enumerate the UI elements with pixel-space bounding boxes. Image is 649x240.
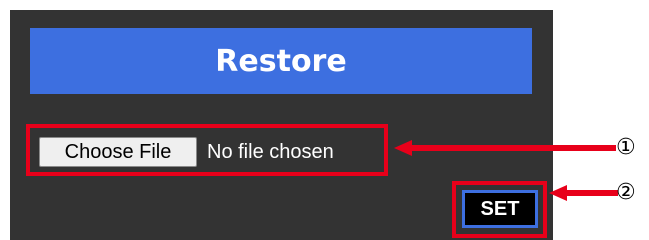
- file-status-text: No file chosen: [207, 141, 334, 163]
- restore-panel: Restore Choose File No file chosen SET: [10, 10, 553, 240]
- arrow-left-icon: [549, 185, 618, 201]
- choose-file-button[interactable]: Choose File: [39, 137, 197, 167]
- annotation-marker-1: ①: [616, 135, 636, 160]
- annotation-marker-2: ②: [616, 180, 636, 205]
- set-button[interactable]: SET: [462, 190, 538, 228]
- file-input-highlight: Choose File No file chosen: [26, 124, 388, 176]
- restore-header: Restore: [30, 28, 532, 94]
- set-button-highlight: SET: [452, 181, 547, 238]
- restore-title: Restore: [215, 43, 347, 79]
- arrow-left-icon: [394, 140, 616, 156]
